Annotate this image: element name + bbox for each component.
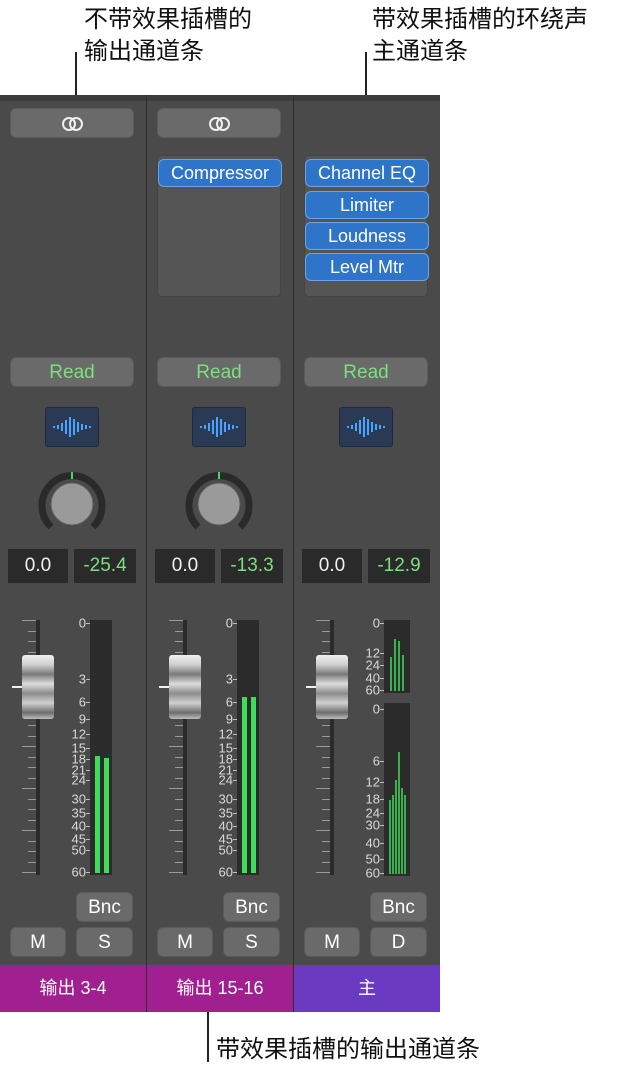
meter-bar-left	[242, 697, 247, 873]
solo-button[interactable]: S	[223, 927, 280, 957]
plugin-slot-channel-eq[interactable]: Channel EQ	[305, 159, 429, 187]
dim-button[interactable]: D	[370, 927, 427, 957]
surround-top-meter-scale: 0 12 24 40 60	[356, 617, 384, 697]
pan-value[interactable]: 0.0	[302, 549, 362, 583]
plugin-slot-limiter[interactable]: Limiter	[305, 191, 429, 219]
surround-meter-bars	[389, 639, 406, 874]
pan-value[interactable]: 0.0	[8, 549, 68, 583]
stereo-link-button[interactable]	[157, 108, 281, 138]
channel-name[interactable]: 输出 3-4	[0, 965, 146, 1012]
pan-value[interactable]: 0.0	[155, 549, 215, 583]
channel-strip-output-3-4: Read 0.0 -25.4 0 3 6 9 12 15 18 21 24 30 35 40 45 50 6…	[0, 95, 146, 1012]
meter-bar-right	[104, 758, 109, 873]
plugin-slot-loudness[interactable]: Loudness	[305, 222, 429, 250]
audio-effect-slots[interactable]: Channel EQ Limiter Loudness Level Mtr	[304, 155, 429, 297]
mute-button[interactable]: M	[10, 927, 66, 957]
channel-name[interactable]: 输出 15-16	[147, 965, 293, 1012]
meter-scale: 0 3 6 9 12 15 18 21 24 30 35 40 45 50 60	[62, 617, 90, 879]
solo-button[interactable]: S	[76, 927, 133, 957]
stereo-link-icon	[206, 117, 232, 131]
meter-scale: 0 3 6 9 12 15 18 21 24 30 35 40 45 50 60	[209, 617, 237, 879]
surround-bottom-meter-scale: 0 6 12 18 24 30 40 50 60	[356, 703, 384, 880]
channel-strip-master: Channel EQ Limiter Loudness Level Mtr Re…	[293, 95, 440, 1012]
peak-level-value[interactable]: -12.9	[368, 549, 430, 583]
plugin-slot-level-meter[interactable]: Level Mtr	[305, 253, 429, 281]
pan-knob[interactable]	[184, 469, 254, 539]
meter-bar-right	[251, 697, 256, 873]
meter-bar-left	[95, 755, 100, 873]
bounce-button[interactable]: Bnc	[76, 892, 133, 922]
annotation-output-with-fx: 带效果插槽的输出通道条	[216, 1036, 480, 1063]
volume-fader[interactable]	[12, 655, 54, 719]
volume-fader[interactable]	[306, 655, 348, 719]
pan-knob[interactable]	[37, 469, 107, 539]
bounce-button[interactable]: Bnc	[370, 892, 427, 922]
plugin-slot-compressor[interactable]: Compressor	[158, 159, 282, 187]
waveform-icon[interactable]	[192, 407, 246, 447]
strip-top-edge	[147, 95, 293, 101]
stereo-link-button[interactable]	[10, 108, 134, 138]
automation-mode-button[interactable]: Read	[304, 357, 428, 387]
audio-effect-slots[interactable]: Compressor	[157, 155, 282, 297]
annotation-surround-master: 带效果插槽的环绕声 主通道条	[372, 6, 588, 65]
automation-mode-button[interactable]: Read	[10, 357, 134, 387]
callout-line-bottom	[207, 1012, 209, 1062]
waveform-icon[interactable]	[339, 407, 393, 447]
annotation-output-no-fx: 不带效果插槽的 输出通道条	[84, 6, 252, 65]
callout-line-left	[75, 52, 77, 98]
callout-line-right	[365, 52, 367, 98]
mute-button[interactable]: M	[157, 927, 213, 957]
peak-level-value[interactable]: -25.4	[74, 549, 136, 583]
stereo-link-icon	[59, 117, 85, 131]
mute-button[interactable]: M	[304, 927, 360, 957]
volume-fader[interactable]	[159, 655, 201, 719]
channel-name[interactable]: 主	[294, 965, 440, 1012]
automation-mode-button[interactable]: Read	[157, 357, 281, 387]
waveform-icon[interactable]	[45, 407, 99, 447]
channel-strip-output-15-16: Compressor Read 0.0 -13.3 0 3 6 9 12 15 18 21 24…	[146, 95, 293, 1012]
mixer-area: Read 0.0 -25.4 0 3 6 9 12 15 18 21 24 30 35 40 45 50 6…	[0, 95, 440, 1012]
peak-level-value[interactable]: -13.3	[221, 549, 283, 583]
bounce-button[interactable]: Bnc	[223, 892, 280, 922]
strip-top-edge	[0, 95, 146, 101]
strip-top-edge	[294, 95, 440, 101]
